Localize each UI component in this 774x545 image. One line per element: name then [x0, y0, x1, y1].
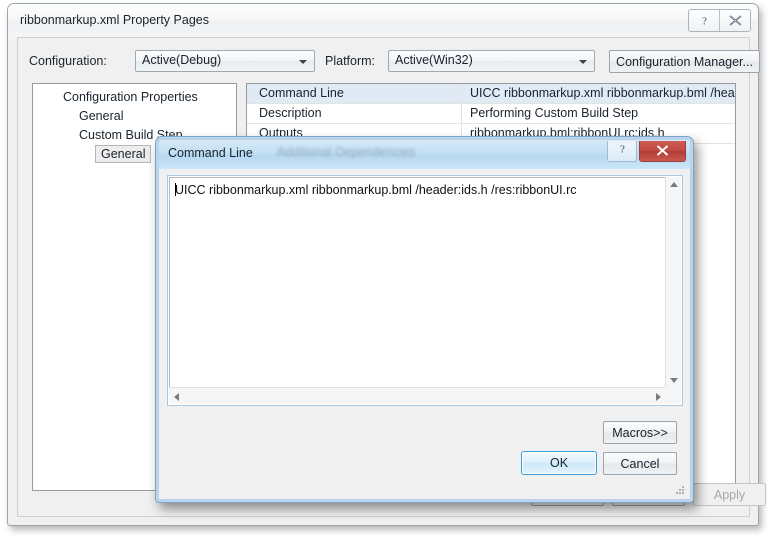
resize-grip-icon[interactable]: [672, 482, 684, 494]
close-x-icon: [656, 144, 669, 159]
command-line-textarea[interactable]: UICC ribbonmarkup.xml ribbonmarkup.bml /…: [169, 177, 666, 387]
command-line-textarea-frame: UICC ribbonmarkup.xml ribbonmarkup.bml /…: [167, 175, 683, 406]
tree-item[interactable]: General: [33, 107, 236, 126]
close-x-icon: [728, 15, 742, 26]
question-mark-icon: ?: [617, 142, 628, 160]
command-line-dialog: Command Line Additional Dependencies ? U…: [155, 136, 694, 503]
property-value[interactable]: Performing Custom Build Step: [462, 104, 735, 123]
configuration-label: Configuration:: [29, 54, 107, 68]
window-system-buttons: ?: [688, 9, 751, 32]
chevron-down-icon: [579, 60, 587, 64]
macros-button[interactable]: Macros>>: [603, 421, 677, 444]
scroll-down-arrow-icon[interactable]: [670, 378, 678, 383]
horizontal-scrollbar[interactable]: [169, 387, 666, 404]
scroll-right-arrow-icon[interactable]: [656, 393, 661, 401]
platform-combobox[interactable]: Active(Win32): [388, 50, 595, 72]
question-mark-icon: ?: [699, 14, 710, 28]
configuration-manager-button[interactable]: Configuration Manager...: [609, 50, 760, 73]
screen: ribbonmarkup.xml Property Pages ? Config…: [0, 0, 774, 545]
command-line-value: UICC ribbonmarkup.xml ribbonmarkup.bml /…: [175, 183, 577, 197]
tree-item[interactable]: Configuration Properties: [33, 88, 236, 107]
scroll-up-arrow-icon[interactable]: [670, 182, 678, 187]
dialog-help-button[interactable]: ?: [607, 141, 637, 162]
tree-item-label: Configuration Properties: [63, 90, 198, 104]
tree-item-label: General: [79, 109, 124, 123]
scroll-left-arrow-icon[interactable]: [174, 393, 179, 401]
property-pages-titlebar: ribbonmarkup.xml Property Pages ?: [8, 4, 758, 39]
table-row[interactable]: Command Line UICC ribbonmarkup.xml ribbon…: [247, 84, 735, 104]
property-name: Description: [247, 104, 462, 123]
property-name: Command Line: [247, 84, 462, 103]
close-button[interactable]: [719, 10, 750, 31]
command-line-text-row: UICC ribbonmarkup.xml ribbonmarkup.bml /…: [175, 183, 577, 197]
scrollbar-corner: [665, 387, 681, 404]
dialog-cancel-button[interactable]: Cancel: [603, 452, 677, 475]
tree-item-label: General: [95, 145, 152, 163]
configuration-row: Configuration: Active(Debug) Platform: A…: [29, 50, 760, 74]
dialog-titlebar[interactable]: Command Line Additional Dependencies ?: [159, 140, 690, 169]
vertical-scrollbar[interactable]: [665, 177, 681, 388]
table-row[interactable]: Description Performing Custom Build Step: [247, 104, 735, 124]
page-title: ribbonmarkup.xml Property Pages: [20, 13, 209, 27]
background-ghost-text: Additional Dependencies: [277, 145, 416, 159]
platform-label: Platform:: [325, 54, 376, 68]
dialog-ok-button[interactable]: OK: [521, 451, 597, 475]
dialog-title: Command Line: [168, 146, 253, 160]
chevron-down-icon: [299, 60, 307, 64]
platform-value: Active(Win32): [395, 53, 473, 67]
apply-button: Apply: [693, 483, 766, 506]
dialog-close-button[interactable]: [639, 141, 686, 162]
configuration-combobox[interactable]: Active(Debug): [135, 50, 315, 72]
dialog-content: UICC ribbonmarkup.xml ribbonmarkup.bml /…: [159, 169, 690, 499]
help-button[interactable]: ?: [689, 10, 719, 31]
configuration-value: Active(Debug): [142, 53, 222, 67]
svg-text:?: ?: [702, 16, 707, 28]
dialog-system-buttons: ?: [607, 141, 686, 162]
svg-text:?: ?: [620, 144, 625, 156]
property-value[interactable]: UICC ribbonmarkup.xml ribbonmarkup.bml /…: [462, 84, 735, 103]
